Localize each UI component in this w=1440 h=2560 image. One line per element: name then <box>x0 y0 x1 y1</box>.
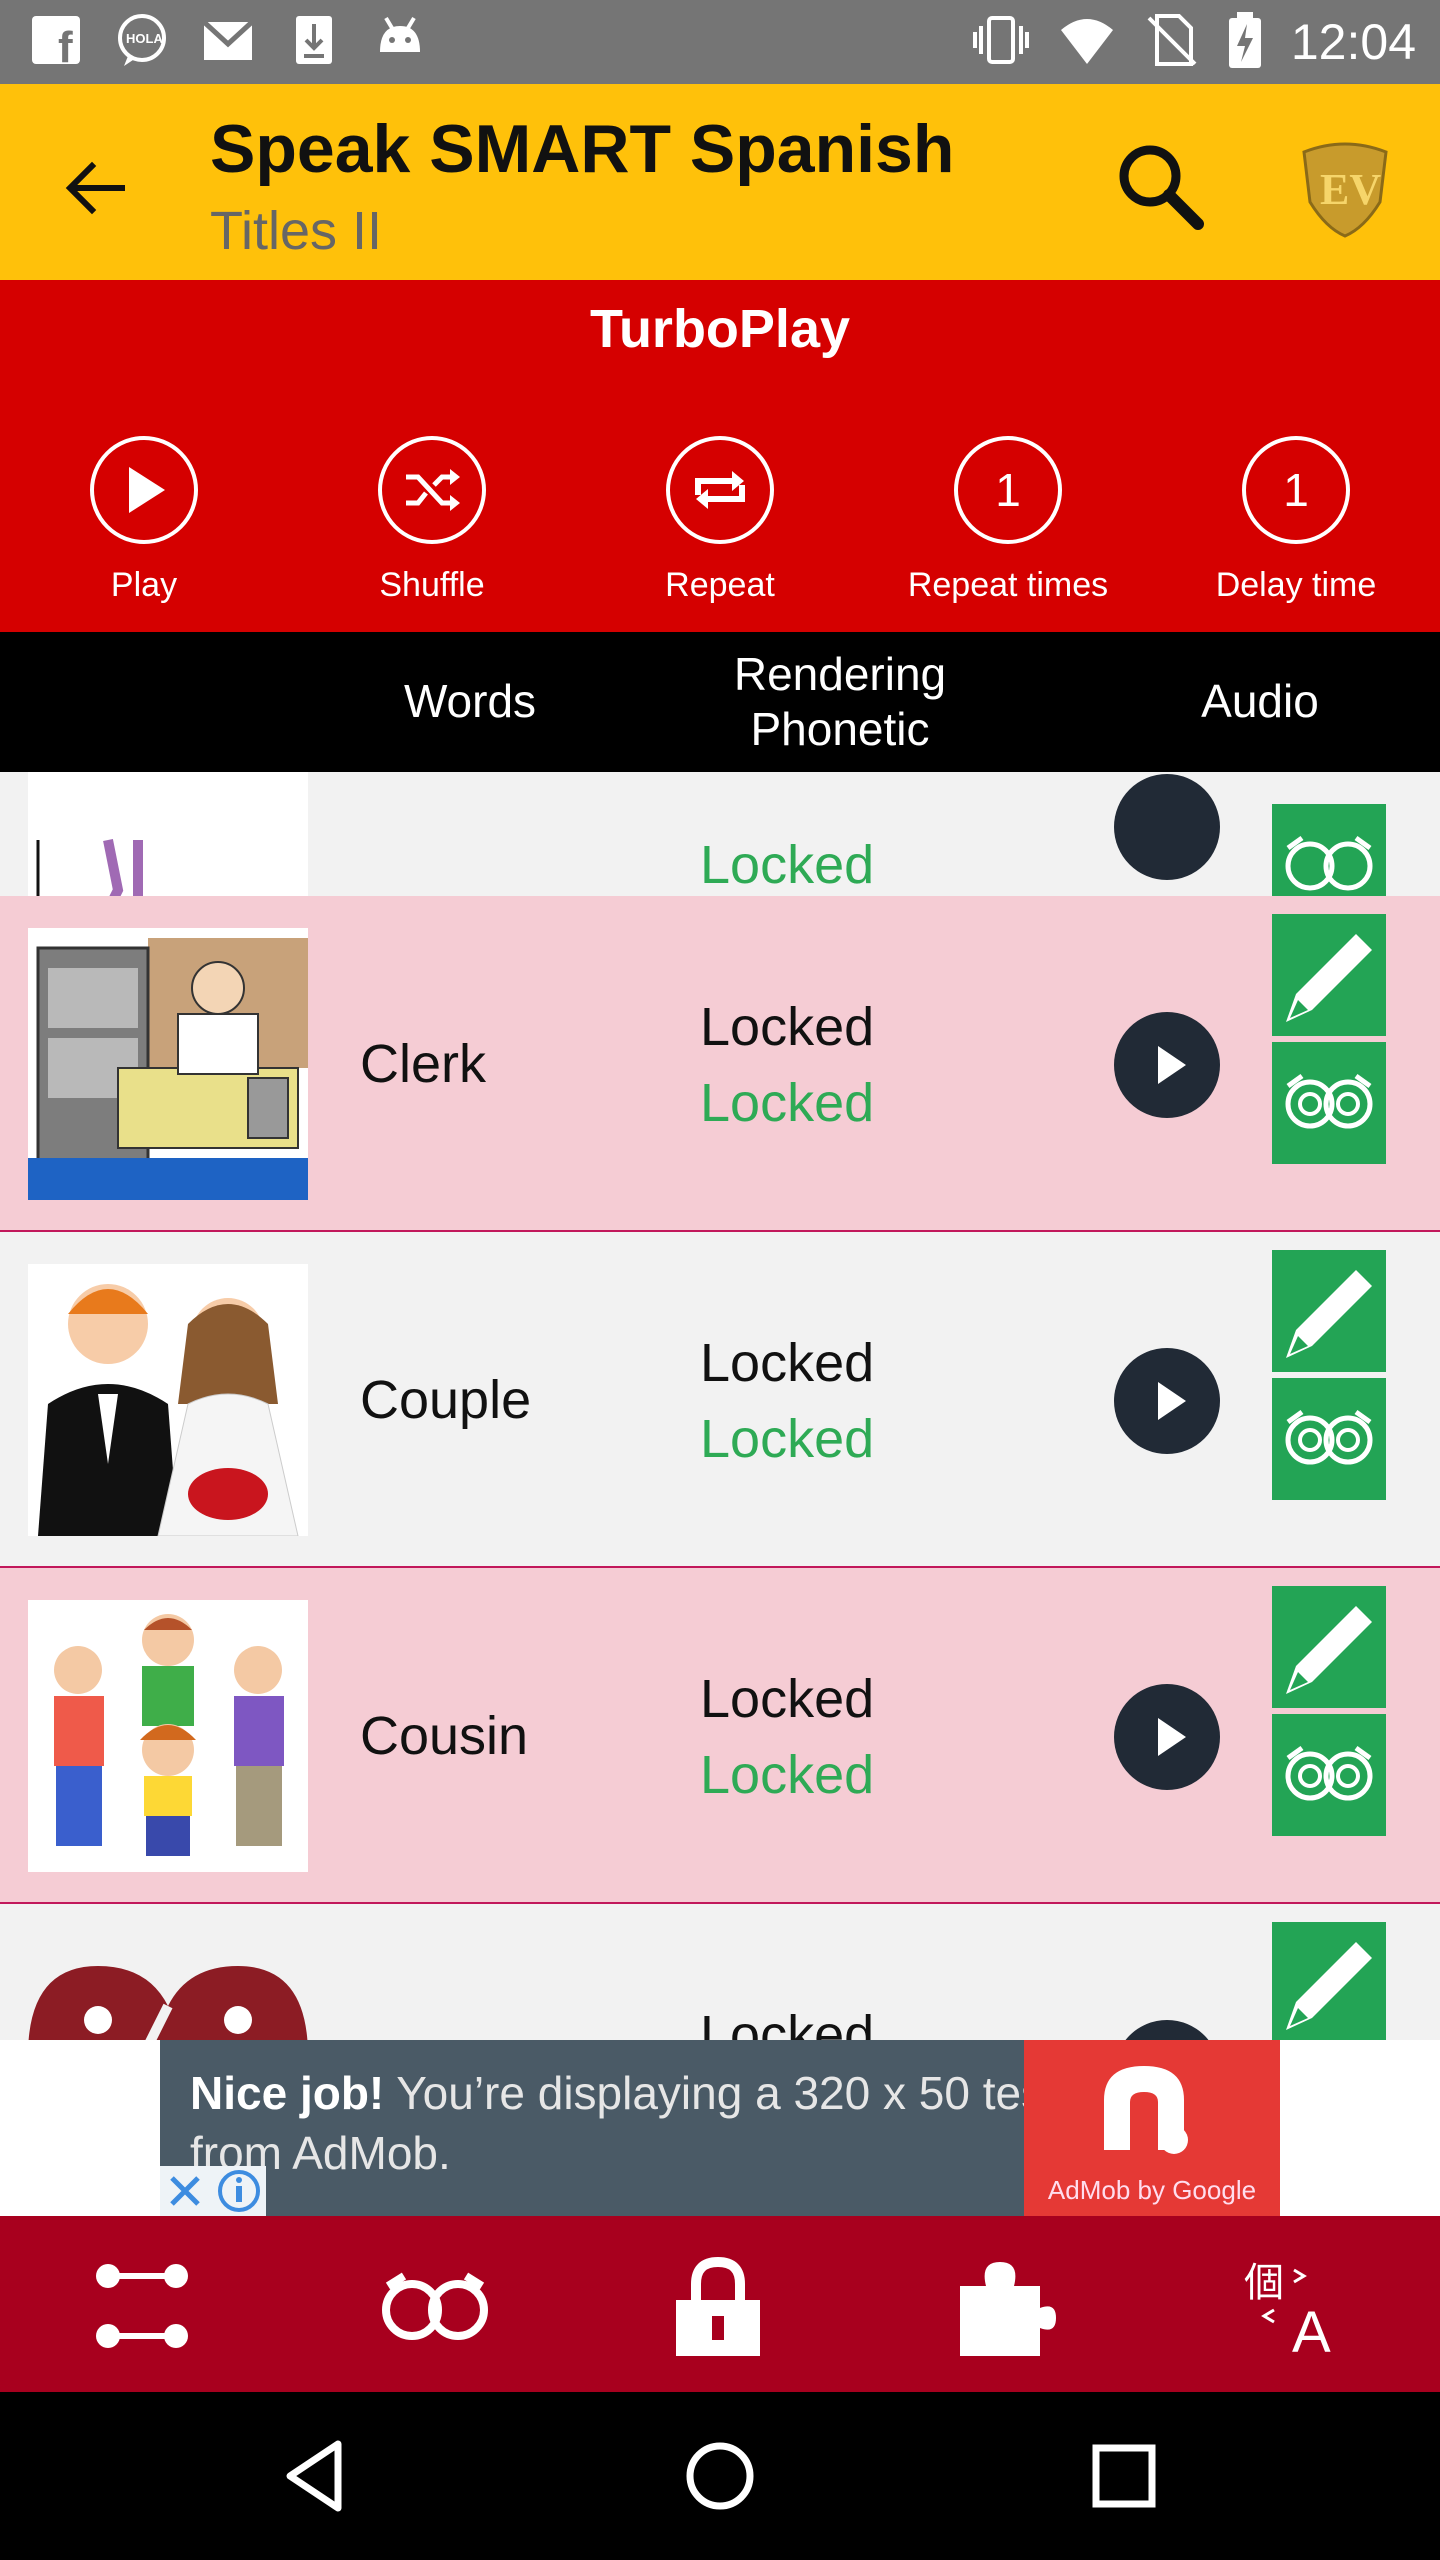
repeat-label: Repeat <box>665 566 775 604</box>
download-icon <box>286 12 342 68</box>
delay-time-control[interactable]: 1 Delay time <box>1166 436 1426 605</box>
word-list[interactable]: Locked Clerk Locked Locked Couple Locked… <box>0 772 1440 2040</box>
no-sim-icon <box>1143 12 1199 73</box>
battery-icon <box>1225 10 1265 75</box>
word-image <box>28 1264 308 1537</box>
word-image <box>28 1936 308 2040</box>
tab-rendering-label: Rendering <box>733 647 947 700</box>
word-image <box>28 928 308 1200</box>
translate-icon[interactable]: 個A <box>1244 2256 1344 2365</box>
play-icon <box>90 436 198 544</box>
tab-phonetic-label: Phonetic <box>750 703 930 755</box>
tab-rendering-phonetic[interactable]: Rendering Phonetic <box>680 632 1000 772</box>
shuffle-label: Shuffle <box>379 566 485 604</box>
ad-text: Nice job! You’re displaying a 320 x 50 t… <box>190 2064 1150 2184</box>
settings-dots-icon[interactable] <box>92 2256 192 2356</box>
owl-icon[interactable] <box>1272 1042 1386 1164</box>
list-item[interactable]: Locked <box>0 1904 1440 2040</box>
page-subtitle: Titles II <box>210 201 383 261</box>
play-audio-button[interactable] <box>1114 1684 1220 1790</box>
svg-text:A: A <box>1292 2300 1331 2356</box>
rendering-text: Locked <box>700 997 875 1057</box>
owl-icon[interactable] <box>380 2256 488 2356</box>
android-icon <box>372 12 428 68</box>
turboplay-panel: TurboPlay Play Shuffle Repeat 1 Repeat t… <box>0 280 1440 632</box>
word-text: Couple <box>360 1370 532 1430</box>
recents-square-icon[interactable] <box>1084 2436 1164 2516</box>
ev-shield-icon[interactable]: EV <box>1290 132 1400 242</box>
phonetic-text: Locked <box>700 835 875 895</box>
phonetic-text: Locked <box>700 1073 875 1133</box>
repeat-times-label: Repeat times <box>907 566 1109 604</box>
owl-icon[interactable] <box>1272 1378 1386 1500</box>
page-title: Speak SMART Spanish <box>210 111 955 187</box>
play-audio-button[interactable] <box>1114 1012 1220 1118</box>
list-item[interactable]: Cousin Locked Locked <box>0 1568 1440 1904</box>
rendering-text: Locked <box>700 1669 875 1729</box>
bottom-navigation: 個A <box>0 2216 1440 2392</box>
tab-audio[interactable]: Audio <box>1120 632 1400 772</box>
word-text: Clerk <box>360 1034 487 1094</box>
word-text: Cousin <box>360 1706 529 1766</box>
facebook-icon: f <box>28 12 84 72</box>
pencil-icon[interactable] <box>1272 914 1386 1036</box>
play-audio-button[interactable] <box>1114 1348 1220 1454</box>
shuffle-icon <box>378 436 486 544</box>
search-icon[interactable] <box>1110 136 1210 236</box>
play-audio-button[interactable] <box>1114 2020 1220 2040</box>
close-icon[interactable] <box>160 2166 210 2216</box>
ad-headline: Nice job! <box>190 2067 385 2119</box>
list-item[interactable]: Couple Locked Locked <box>0 1232 1440 1568</box>
rendering-text: Locked <box>700 1333 875 1393</box>
svg-text:EV: EV <box>1320 165 1381 214</box>
phonetic-text: Locked <box>700 1745 875 1805</box>
play-label: Play <box>110 566 178 604</box>
gmail-icon <box>200 12 256 68</box>
wifi-icon <box>1057 12 1117 73</box>
phonetic-text: Locked <box>700 1409 875 1469</box>
play-audio-button[interactable] <box>1114 774 1220 880</box>
shuffle-control[interactable]: Shuffle <box>302 436 562 605</box>
puzzle-icon[interactable] <box>956 2256 1056 2356</box>
delay-time-label: Delay time <box>1215 566 1377 604</box>
list-item[interactable]: Clerk Locked Locked <box>0 896 1440 1232</box>
lock-icon[interactable] <box>668 2256 768 2356</box>
repeat-control[interactable]: Repeat <box>590 436 850 605</box>
play-control[interactable]: Play <box>14 436 274 605</box>
info-icon[interactable] <box>214 2166 264 2216</box>
repeat-times-control[interactable]: 1 Repeat times <box>878 436 1138 605</box>
admob-logo: AdMob by Google <box>1024 2040 1280 2216</box>
pencil-icon[interactable] <box>1272 1922 1386 2040</box>
pencil-icon[interactable] <box>1272 1586 1386 1708</box>
status-bar: f HOLA 12:04 <box>0 0 1440 84</box>
owl-icon[interactable] <box>1272 1714 1386 1836</box>
pencil-icon[interactable] <box>1272 1250 1386 1372</box>
back-triangle-icon[interactable] <box>276 2436 356 2516</box>
svg-text:f: f <box>58 23 73 68</box>
home-circle-icon[interactable] <box>680 2436 760 2516</box>
repeat-icon <box>666 436 774 544</box>
ad-banner[interactable]: Nice job! You’re displaying a 320 x 50 t… <box>160 2040 1280 2216</box>
delay-time-value: 1 <box>1242 436 1350 544</box>
svg-text:個: 個 <box>1244 2260 1284 2306</box>
arrow-left-icon[interactable] <box>56 148 136 228</box>
repeat-times-value: 1 <box>954 436 1062 544</box>
clock: 12:04 <box>1290 14 1416 70</box>
app-toolbar: Speak SMART Spanish Titles II EV <box>0 84 1440 280</box>
ad-brand: AdMob by Google <box>1047 2175 1257 2205</box>
word-image <box>28 1600 308 1872</box>
ad-choices[interactable] <box>160 2166 266 2216</box>
rendering-text: Locked <box>700 2005 875 2040</box>
ad-banner-area: Nice job! You’re displaying a 320 x 50 t… <box>0 2040 1440 2216</box>
tab-words[interactable]: Words <box>330 632 610 772</box>
column-header: Words Rendering Phonetic Audio <box>0 632 1440 772</box>
hola-icon: HOLA <box>114 12 170 68</box>
system-navigation <box>0 2392 1440 2560</box>
turboplay-title: TurboPlay <box>589 299 851 359</box>
svg-text:HOLA: HOLA <box>126 31 163 46</box>
vibrate-icon <box>971 12 1031 73</box>
